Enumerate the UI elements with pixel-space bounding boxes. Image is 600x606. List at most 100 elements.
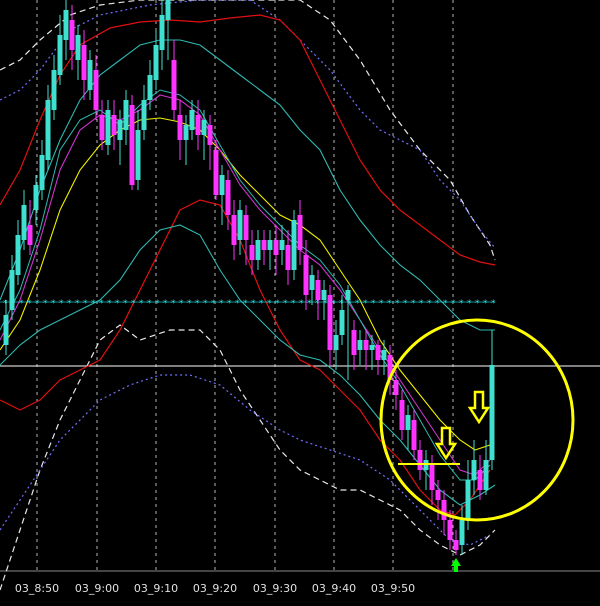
candle-body bbox=[75, 35, 81, 60]
star-marker: * bbox=[387, 299, 392, 309]
candle-body bbox=[237, 210, 243, 240]
star-marker: * bbox=[203, 299, 208, 309]
x-tick-label: 03_8:50 bbox=[15, 582, 59, 595]
candle-body bbox=[273, 240, 279, 255]
x-tick-label: 03_9:50 bbox=[371, 582, 415, 595]
candle-body bbox=[315, 280, 321, 300]
candle-body bbox=[477, 470, 483, 490]
candle-body bbox=[303, 255, 309, 295]
star-marker: * bbox=[435, 299, 440, 309]
candle-body bbox=[393, 380, 399, 395]
candle-body bbox=[21, 205, 27, 240]
star-marker: * bbox=[139, 299, 144, 309]
candle-body bbox=[87, 60, 93, 90]
star-marker: * bbox=[99, 299, 104, 309]
star-marker: * bbox=[275, 299, 280, 309]
x-tick-label: 03_9:10 bbox=[134, 582, 178, 595]
candle-body bbox=[81, 45, 87, 80]
candle-body bbox=[279, 240, 285, 250]
star-marker: * bbox=[155, 299, 160, 309]
candle-body bbox=[69, 20, 75, 50]
star-marker: * bbox=[171, 299, 176, 309]
chart-area: 03_8:50 03_9:00 03_9:10 03_9:20 03_9:30 03_9:… bbox=[0, 0, 600, 606]
candle-body bbox=[27, 225, 33, 245]
star-marker: * bbox=[299, 299, 304, 309]
candle-body bbox=[453, 540, 459, 550]
star-marker: * bbox=[227, 299, 232, 309]
star-marker: * bbox=[483, 299, 488, 309]
candle-body bbox=[471, 460, 477, 480]
candle-body bbox=[459, 520, 465, 545]
candle-body bbox=[99, 115, 105, 140]
star-marker: * bbox=[291, 299, 296, 309]
candle-body bbox=[189, 110, 195, 130]
candle-body bbox=[435, 490, 441, 500]
star-marker: * bbox=[147, 299, 152, 309]
star-marker: * bbox=[475, 299, 480, 309]
candle-body bbox=[411, 420, 417, 450]
candle-body bbox=[381, 350, 387, 360]
star-marker: * bbox=[379, 299, 384, 309]
star-marker: * bbox=[75, 299, 80, 309]
star-marker: * bbox=[211, 299, 216, 309]
candle-body bbox=[159, 15, 165, 50]
star-marker: * bbox=[67, 299, 72, 309]
candle-body bbox=[345, 290, 351, 300]
star-marker: * bbox=[355, 299, 360, 309]
candle-body bbox=[135, 130, 141, 180]
star-marker: * bbox=[107, 299, 112, 309]
star-marker: * bbox=[307, 299, 312, 309]
candle-body bbox=[243, 215, 249, 240]
candle-body bbox=[153, 45, 159, 80]
star-marker: * bbox=[187, 299, 192, 309]
candle-body bbox=[111, 115, 117, 135]
candle-body bbox=[141, 100, 147, 130]
candle-body bbox=[207, 125, 213, 145]
star-marker: * bbox=[403, 299, 408, 309]
star-marker: * bbox=[363, 299, 368, 309]
star-marker: * bbox=[459, 299, 464, 309]
star-marker: * bbox=[59, 299, 64, 309]
star-marker: * bbox=[411, 299, 416, 309]
candle-body bbox=[195, 115, 201, 135]
star-marker: * bbox=[451, 299, 456, 309]
candle-body bbox=[267, 240, 273, 250]
x-tick-label: 03_9:20 bbox=[193, 582, 237, 595]
candle-body bbox=[357, 340, 363, 350]
star-marker: * bbox=[163, 299, 168, 309]
candle-body bbox=[117, 120, 123, 140]
star-marker: * bbox=[91, 299, 96, 309]
red-band-lower bbox=[0, 199, 491, 516]
candle-body bbox=[261, 240, 267, 250]
star-marker: * bbox=[467, 299, 472, 309]
candle-body bbox=[63, 10, 69, 40]
candle-body bbox=[9, 270, 15, 310]
candle-body bbox=[327, 295, 333, 350]
candle-body bbox=[417, 450, 423, 470]
candle-body bbox=[333, 335, 339, 350]
candle-body bbox=[45, 100, 51, 160]
star-marker: * bbox=[235, 299, 240, 309]
candle-body bbox=[39, 155, 45, 190]
candle-body bbox=[375, 345, 381, 360]
candle-body bbox=[351, 330, 357, 355]
candle-body bbox=[147, 75, 153, 100]
star-marker: * bbox=[371, 299, 376, 309]
candle-body bbox=[177, 115, 183, 140]
star-marker: * bbox=[131, 299, 136, 309]
candle-body bbox=[339, 310, 345, 335]
candle-body bbox=[405, 415, 411, 430]
star-marker: * bbox=[115, 299, 120, 309]
candle-body bbox=[213, 150, 219, 195]
star-marker: * bbox=[395, 299, 400, 309]
star-marker: * bbox=[251, 299, 256, 309]
star-marker: * bbox=[51, 299, 56, 309]
star-marker: * bbox=[123, 299, 128, 309]
candle-body bbox=[165, 0, 171, 20]
star-marker: * bbox=[195, 299, 200, 309]
candle-body bbox=[321, 290, 327, 300]
star-marker: * bbox=[19, 299, 24, 309]
candle-body bbox=[57, 35, 63, 75]
star-marker: * bbox=[219, 299, 224, 309]
star-marker: * bbox=[427, 299, 432, 309]
